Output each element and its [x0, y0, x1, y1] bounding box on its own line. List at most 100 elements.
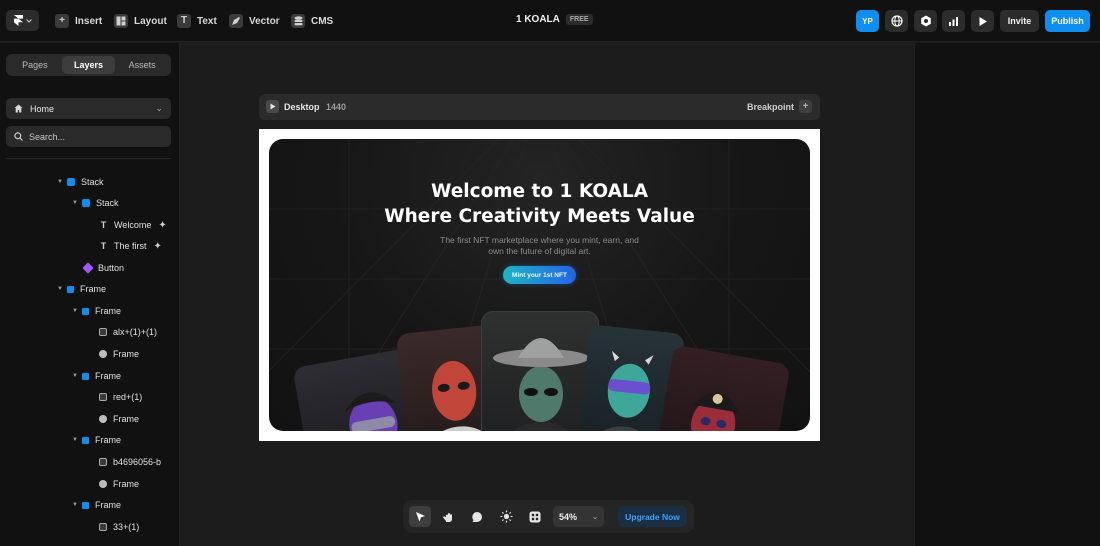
- layer-label: Welcome: [114, 220, 152, 230]
- select-tool-button[interactable]: [409, 506, 431, 527]
- sparkle-icon: ✦: [153, 240, 162, 252]
- caret-down-icon: ▼: [72, 373, 78, 379]
- publish-button[interactable]: Publish: [1045, 10, 1090, 32]
- layer-row[interactable]: Frame: [99, 347, 139, 361]
- panel-divider: [6, 158, 171, 159]
- breakpoint-label[interactable]: Breakpoint: [747, 102, 794, 112]
- project-title[interactable]: 1 KOALA FREE: [516, 14, 593, 25]
- language-button[interactable]: [885, 10, 908, 32]
- settings-button[interactable]: [914, 10, 937, 32]
- layer-label: 33+(1): [113, 522, 140, 532]
- invite-button[interactable]: Invite: [1000, 10, 1039, 32]
- play-icon: [979, 16, 987, 26]
- layer-label: Frame: [95, 371, 122, 381]
- text-icon: T: [100, 220, 107, 230]
- plus-icon: +: [802, 101, 809, 112]
- preview-button[interactable]: [971, 10, 994, 32]
- theme-toggle-button[interactable]: [495, 506, 517, 527]
- layer-row[interactable]: Frame: [99, 477, 139, 491]
- layout-button[interactable]: Layout: [114, 12, 167, 30]
- stack-icon: [67, 178, 75, 186]
- framer-menu-button[interactable]: [6, 10, 39, 31]
- insert-button[interactable]: + Insert: [55, 12, 102, 30]
- layer-row[interactable]: ▼ Frame: [57, 282, 106, 296]
- add-breakpoint-button[interactable]: +: [799, 100, 812, 113]
- layer-row[interactable]: ▼ Stack: [72, 196, 119, 210]
- layer-row[interactable]: 33+(1): [99, 520, 139, 534]
- layer-row[interactable]: ▼ Frame: [72, 304, 121, 318]
- text-button[interactable]: T Text: [177, 12, 217, 30]
- layer-label: Stack: [81, 177, 104, 187]
- user-avatar[interactable]: YP: [856, 10, 879, 32]
- left-panel: Pages Layers Assets Home ⌄ ▼ Stack ▼ Sta…: [0, 43, 180, 546]
- caret-down-icon: ▼: [72, 308, 78, 314]
- plus-icon: +: [55, 14, 69, 28]
- layer-label: Frame: [80, 284, 107, 294]
- tab-assets[interactable]: Assets: [115, 56, 169, 74]
- layer-search[interactable]: [6, 126, 171, 147]
- layer-label: Frame: [95, 306, 122, 316]
- hero-subtitle-line2: own the future of digital art.: [488, 246, 591, 256]
- search-input[interactable]: [29, 131, 159, 142]
- ellipse-icon: [99, 350, 107, 358]
- image-icon: [99, 393, 107, 401]
- hero-subtitle-line1: The first NFT marketplace where you mint…: [440, 235, 639, 245]
- layer-row[interactable]: alx+(1)+(1): [99, 325, 157, 339]
- play-icon: [270, 103, 275, 110]
- layer-label: Button: [98, 263, 125, 273]
- caret-down-icon: ▼: [72, 200, 78, 206]
- hand-tool-button[interactable]: [437, 506, 459, 527]
- search-icon: [14, 132, 23, 141]
- tab-pages[interactable]: Pages: [8, 56, 62, 74]
- components-button[interactable]: [524, 506, 546, 527]
- frame-icon: [82, 501, 89, 509]
- cursor-icon: [415, 511, 425, 521]
- text-label: Text: [197, 15, 217, 27]
- layer-row[interactable]: b4696056-b: [99, 455, 161, 469]
- layer-label: Frame: [95, 435, 122, 445]
- frame-icon: [67, 285, 74, 293]
- page-selector[interactable]: Home ⌄: [6, 98, 171, 119]
- hero-section[interactable]: Welcome to 1 KOALA Where Creativity Meet…: [269, 139, 810, 431]
- layer-label: Frame: [113, 414, 140, 424]
- analytics-button[interactable]: [942, 10, 965, 32]
- layer-label: The first: [114, 241, 147, 251]
- image-icon: [99, 523, 107, 531]
- comment-tool-button[interactable]: [466, 506, 488, 527]
- layout-label: Layout: [134, 15, 167, 27]
- caret-down-icon: ▼: [72, 437, 78, 443]
- caret-down-icon: ▼: [57, 179, 63, 185]
- layer-row[interactable]: ▼ Frame: [72, 498, 121, 512]
- preview-play-button[interactable]: [266, 100, 279, 113]
- ellipse-icon: [99, 480, 107, 488]
- tab-layers[interactable]: Layers: [61, 56, 116, 74]
- layer-row[interactable]: T Welcome ✦: [99, 218, 167, 232]
- layer-row[interactable]: ▼ Frame: [72, 369, 121, 383]
- layer-row[interactable]: ▼ Stack: [57, 175, 104, 189]
- layer-row[interactable]: red+(1): [99, 390, 142, 404]
- mint-nft-button[interactable]: Mint your 1st NFT: [503, 266, 576, 284]
- layer-row[interactable]: Frame: [99, 412, 139, 426]
- layer-label: Frame: [113, 479, 140, 489]
- sun-icon: [500, 510, 512, 523]
- zoom-value: 54%: [559, 511, 578, 522]
- zoom-select[interactable]: 54% ⌄: [553, 506, 604, 527]
- layer-row[interactable]: T The first ✦: [99, 239, 162, 253]
- hand-icon: [442, 512, 452, 522]
- chevron-down-icon: [25, 18, 32, 23]
- layer-label: Stack: [96, 198, 119, 208]
- upgrade-now-button[interactable]: Upgrade Now: [618, 506, 687, 527]
- caret-down-icon: ▼: [57, 286, 63, 292]
- text-icon: T: [177, 14, 191, 28]
- cms-button[interactable]: CMS: [291, 12, 333, 30]
- layer-row[interactable]: Button: [82, 261, 125, 275]
- home-icon: [14, 104, 23, 113]
- vector-button[interactable]: Vector: [229, 12, 280, 30]
- vector-label: Vector: [249, 15, 280, 27]
- comment-icon: [472, 511, 482, 522]
- layer-row[interactable]: ▼ Frame: [72, 433, 121, 447]
- hero-title-line1: Welcome to 1 KOALA: [430, 181, 649, 202]
- plan-badge: FREE: [565, 14, 593, 25]
- frame-icon: [82, 372, 89, 380]
- gear-icon: [920, 15, 931, 27]
